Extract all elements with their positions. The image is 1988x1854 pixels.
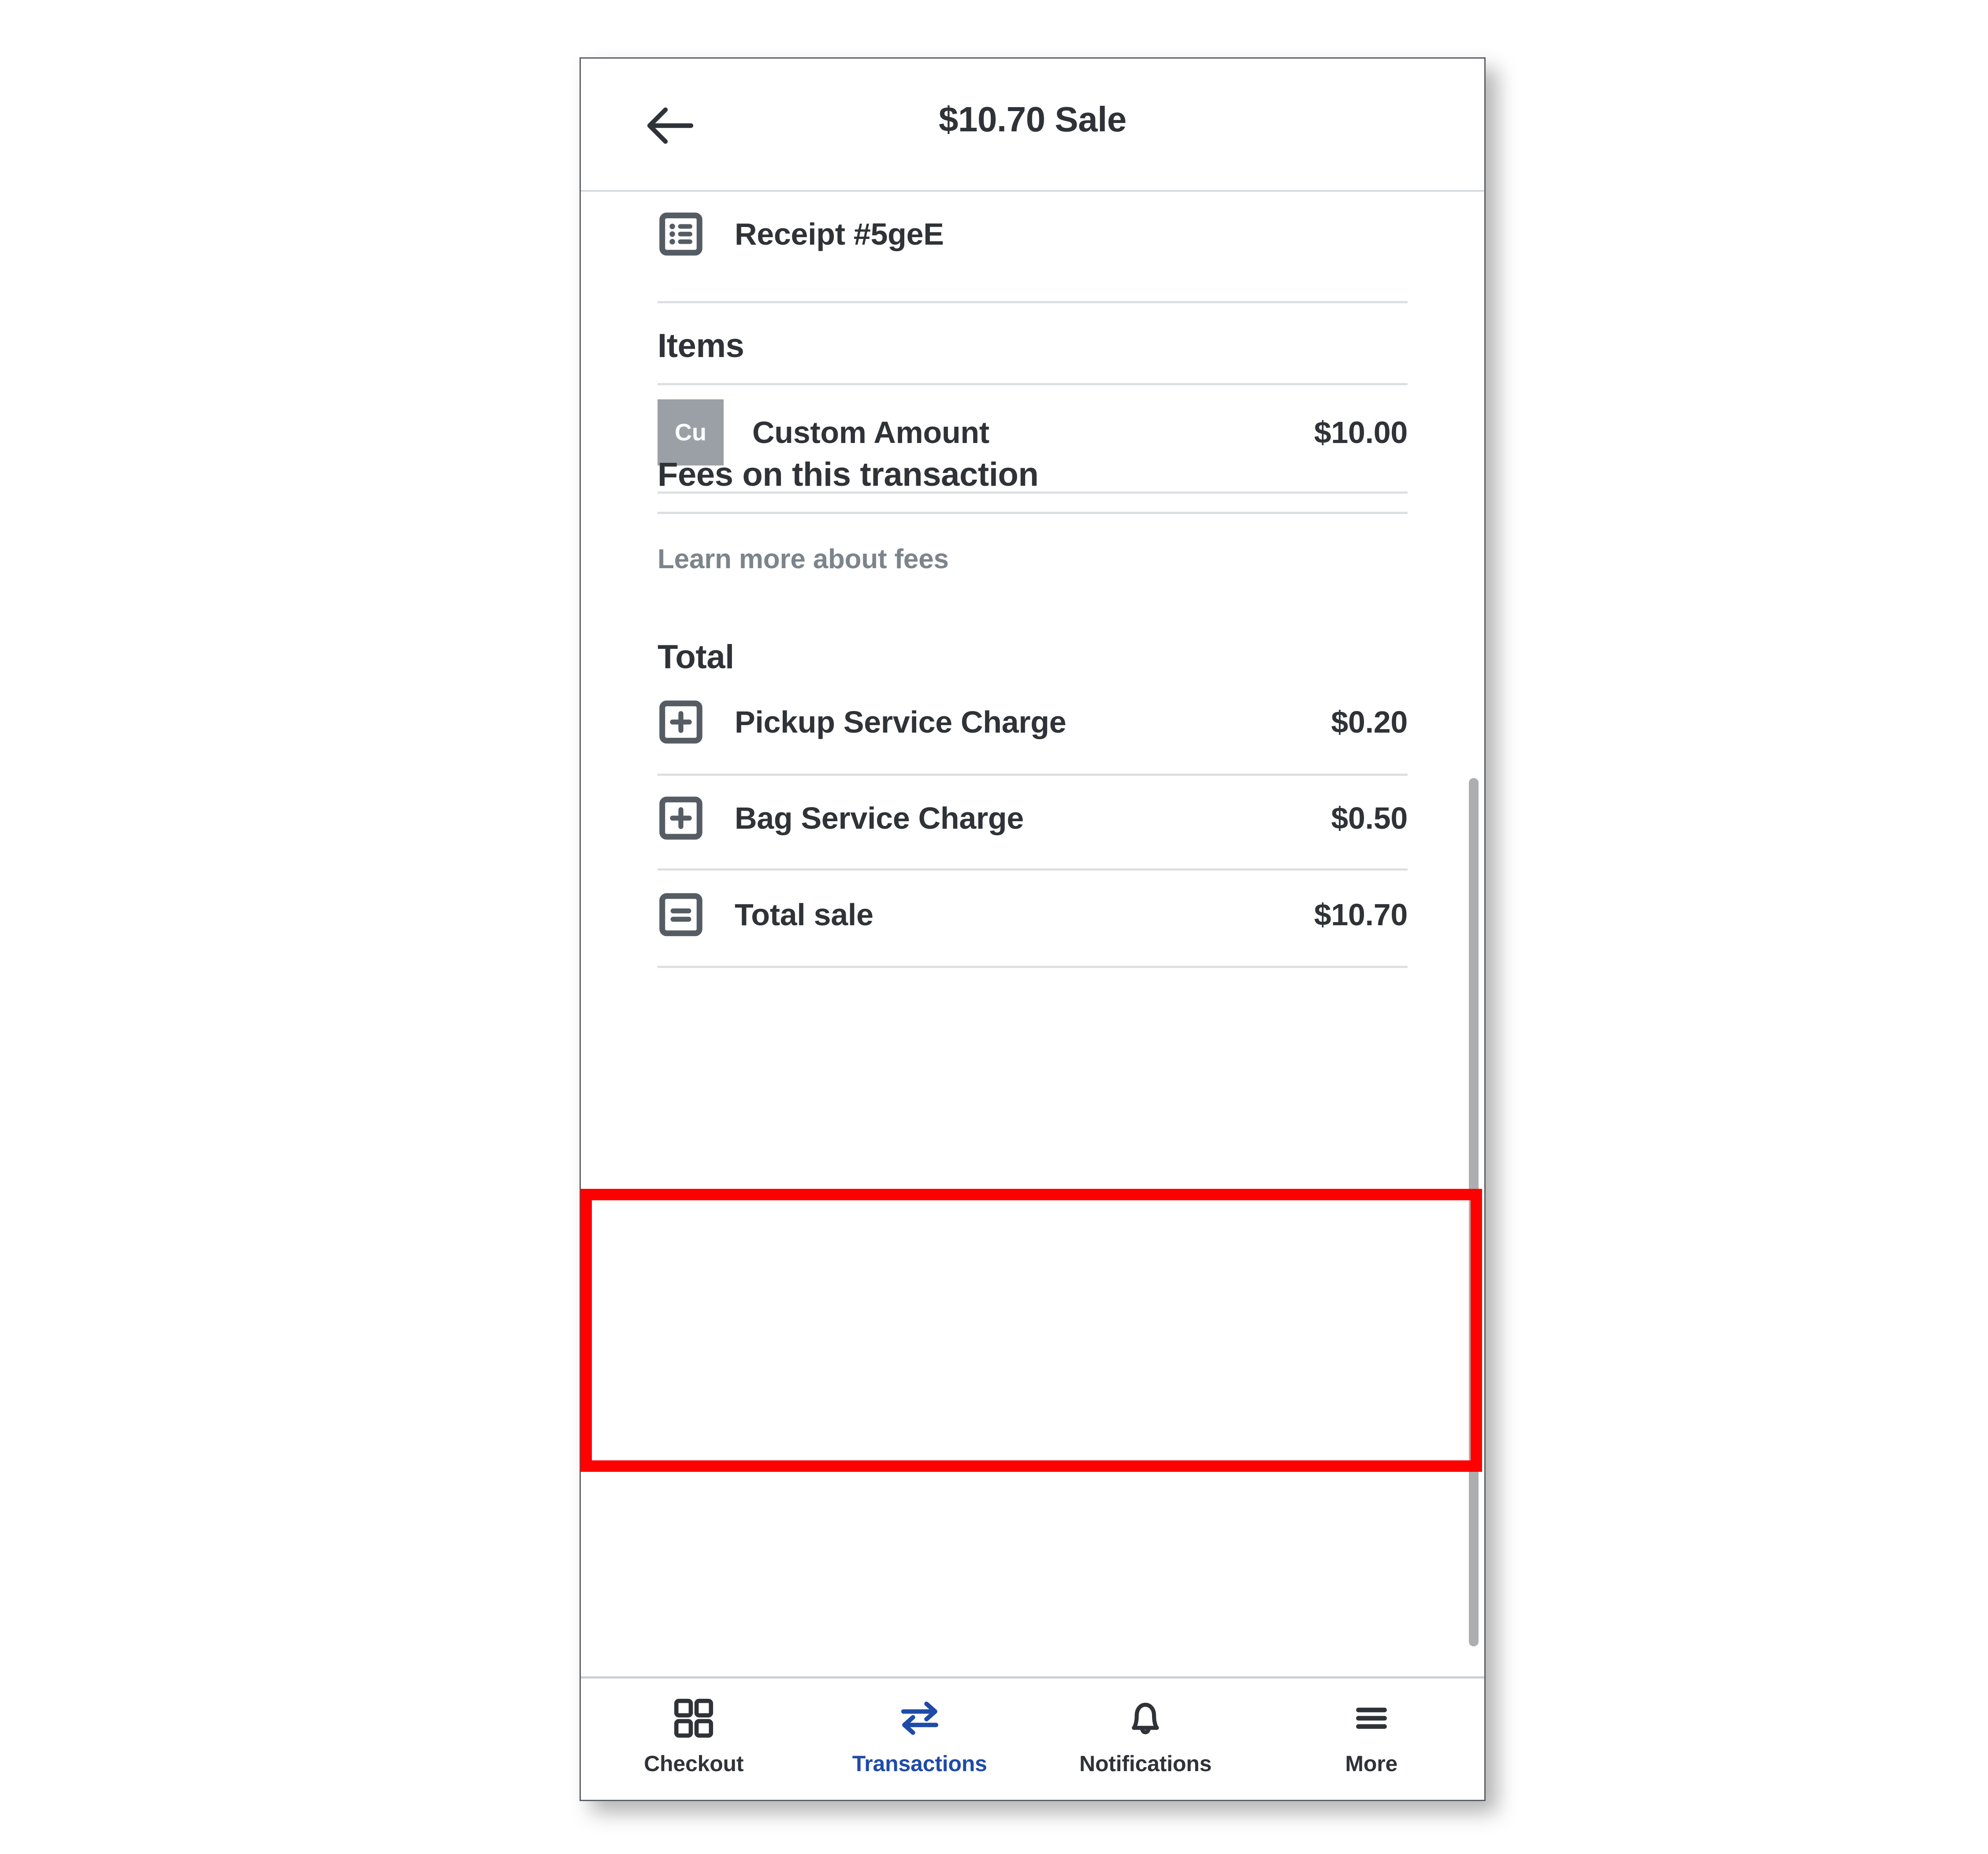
nav-item-notifications[interactable]: Notifications — [1033, 1679, 1259, 1776]
total-sale-amount: $10.70 — [1314, 897, 1408, 932]
fee-row-pickup-service-charge[interactable]: Pickup Service Charge $0.20 — [581, 689, 1484, 755]
vertical-scrollbar[interactable] — [1469, 778, 1479, 1646]
divider — [658, 774, 1408, 776]
item-amount: $10.00 — [1314, 415, 1408, 450]
divider — [658, 512, 1408, 514]
total-section-title: Total — [658, 638, 734, 676]
scrollbar-thumb[interactable] — [1469, 778, 1479, 1646]
bell-icon — [1124, 1697, 1167, 1739]
nav-label-checkout: Checkout — [644, 1751, 744, 1776]
receipt-label: Receipt #5geE — [735, 217, 944, 251]
divider — [658, 966, 1408, 968]
transaction-detail-scroll[interactable]: Receipt #5geE Items Cu Custom Amount $10… — [581, 192, 1484, 1676]
item-label: Custom Amount — [752, 415, 989, 450]
grid-squares-icon — [673, 1697, 715, 1739]
transfer-arrows-icon — [899, 1697, 941, 1739]
learn-more-about-fees-link[interactable]: Learn more about fees — [658, 544, 949, 575]
app-header: $10.70 Sale — [581, 59, 1484, 192]
divider — [658, 301, 1408, 303]
equals-square-icon — [658, 892, 704, 938]
nav-item-checkout[interactable]: Checkout — [581, 1679, 807, 1776]
plus-square-icon — [658, 795, 704, 841]
total-sale-label: Total sale — [735, 897, 873, 932]
bottom-navigation-bar: Checkout Transactions Notifications More — [581, 1676, 1484, 1800]
screenshot-canvas: $10.70 Sale Receipt #5geE Items Cu Custo… — [0, 0, 1988, 1854]
receipt-row[interactable]: Receipt #5geE — [581, 192, 1484, 276]
nav-label-notifications: Notifications — [1079, 1751, 1212, 1776]
total-sale-row[interactable]: Total sale $10.70 — [581, 882, 1484, 948]
page-title: $10.70 Sale — [939, 100, 1126, 139]
divider — [658, 868, 1408, 871]
fee-amount: $0.50 — [1331, 801, 1408, 835]
hamburger-menu-icon — [1350, 1697, 1393, 1739]
fee-amount: $0.20 — [1331, 705, 1408, 739]
fees-section-title: Fees on this transaction — [658, 456, 1039, 493]
phone-frame: $10.70 Sale Receipt #5geE Items Cu Custo… — [580, 57, 1486, 1801]
fee-label: Pickup Service Charge — [735, 705, 1066, 739]
nav-item-more[interactable]: More — [1259, 1679, 1485, 1776]
divider — [658, 383, 1408, 385]
nav-item-transactions[interactable]: Transactions — [807, 1679, 1033, 1776]
fee-label: Bag Service Charge — [735, 801, 1024, 835]
nav-label-transactions: Transactions — [852, 1751, 987, 1776]
nav-label-more: More — [1345, 1751, 1398, 1776]
custom-amount-tile-label: Cu — [675, 419, 706, 446]
fee-row-bag-service-charge[interactable]: Bag Service Charge $0.50 — [581, 785, 1484, 851]
plus-square-icon — [658, 699, 704, 745]
items-section-title: Items — [658, 327, 744, 365]
receipt-list-icon — [658, 211, 704, 257]
